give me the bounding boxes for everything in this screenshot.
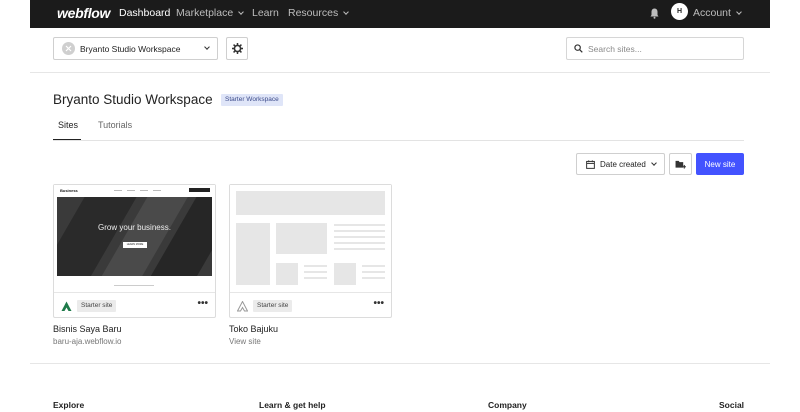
nav-resources-label: Resources xyxy=(288,7,339,19)
site-preview-placeholder[interactable] xyxy=(230,185,391,293)
preview-brand: Business xyxy=(60,188,78,193)
footer-company: Company xyxy=(488,400,527,410)
workspace-selector-label: Bryanto Studio Workspace xyxy=(80,43,181,54)
site-card-footer: Starter site ••• xyxy=(54,294,215,318)
workspace-glyph-icon xyxy=(65,45,72,52)
workspace-plan-badge: Starter Workspace xyxy=(221,94,283,106)
preview-hero: Grow your business. LEARN MORE xyxy=(57,197,212,276)
top-nav: webflow Dashboard Marketplace Learn Reso… xyxy=(30,0,770,28)
search-icon xyxy=(574,44,583,53)
placeholder-block xyxy=(334,263,356,285)
more-options-icon[interactable]: ••• xyxy=(197,298,208,309)
page-title: Bryanto Studio Workspace xyxy=(53,92,213,107)
webflow-logo[interactable]: webflow xyxy=(57,5,110,21)
nav-marketplace[interactable]: Marketplace xyxy=(176,7,245,19)
site-type-badge: Starter site xyxy=(253,300,293,312)
footer-explore: Explore xyxy=(53,400,85,410)
footer-divider xyxy=(30,363,770,364)
workspace-selector[interactable]: Bryanto Studio Workspace xyxy=(53,37,218,60)
view-site-link[interactable]: View site xyxy=(229,337,261,346)
search-input[interactable] xyxy=(588,43,738,54)
placeholder-line xyxy=(334,230,385,232)
placeholder-block xyxy=(276,263,298,285)
chevron-down-icon xyxy=(343,9,350,15)
placeholder-line xyxy=(334,242,385,244)
header-divider xyxy=(30,72,770,73)
preview-headline: Grow your business. xyxy=(98,223,171,232)
site-card-toko-bajuku[interactable]: Starter site ••• xyxy=(229,184,392,318)
placeholder-line xyxy=(334,224,385,226)
nav-dashboard[interactable]: Dashboard xyxy=(119,7,170,19)
tab-sites[interactable]: Sites xyxy=(58,120,78,130)
active-tab-indicator xyxy=(53,139,81,140)
placeholder-line xyxy=(362,277,385,279)
preview-nav-link xyxy=(127,190,135,191)
app: webflow Dashboard Marketplace Learn Reso… xyxy=(30,0,770,412)
preview-nav-button xyxy=(189,188,210,192)
chevron-down-icon xyxy=(736,9,742,15)
footer-learn-help: Learn & get help xyxy=(259,400,326,410)
placeholder-line xyxy=(304,271,327,273)
sort-label: Date created xyxy=(600,159,646,169)
placeholder-line xyxy=(304,277,327,279)
new-folder-button[interactable] xyxy=(669,153,692,175)
chevron-down-icon xyxy=(204,44,210,50)
account-label: Account xyxy=(693,7,731,19)
placeholder-line xyxy=(304,265,327,267)
site-name[interactable]: Bisnis Saya Baru xyxy=(53,324,122,334)
placeholder-block xyxy=(276,223,327,254)
tabs-divider xyxy=(53,140,744,141)
workspace-settings-button[interactable] xyxy=(226,37,248,60)
site-preview[interactable]: Business Grow your business. LEARN MORE xyxy=(54,185,215,293)
footer-social: Social xyxy=(719,400,745,410)
folder-add-icon xyxy=(675,160,686,169)
site-logo-placeholder-icon xyxy=(237,301,248,312)
placeholder-line xyxy=(334,236,385,238)
preview-nav-link xyxy=(114,190,122,191)
preview-nav-link xyxy=(153,190,161,191)
site-card-footer: Starter site ••• xyxy=(230,294,391,318)
nav-learn[interactable]: Learn xyxy=(252,7,279,19)
calendar-icon xyxy=(586,159,595,169)
new-site-button[interactable]: New site xyxy=(696,153,744,175)
tab-tutorials[interactable]: Tutorials xyxy=(98,120,132,130)
placeholder-block xyxy=(236,223,270,285)
chevron-down-icon xyxy=(238,9,245,15)
search-box xyxy=(566,37,744,60)
site-logo-icon xyxy=(61,301,72,311)
site-name[interactable]: Toko Bajuku xyxy=(229,324,278,334)
placeholder-line xyxy=(362,265,385,267)
placeholder-block xyxy=(236,191,385,215)
site-card-bisnis-saya-baru[interactable]: Business Grow your business. LEARN MORE … xyxy=(53,184,216,318)
nav-marketplace-label: Marketplace xyxy=(176,7,234,19)
workspace-icon xyxy=(62,42,75,55)
chevron-down-icon xyxy=(651,160,657,166)
preview-nav-link xyxy=(140,190,148,191)
avatar[interactable]: H xyxy=(671,3,688,20)
gear-icon xyxy=(231,43,243,54)
preview-cta: LEARN MORE xyxy=(123,242,147,248)
site-url[interactable]: baru-aja.webflow.io xyxy=(53,337,121,346)
placeholder-line xyxy=(362,271,385,273)
sort-dropdown[interactable]: Date created xyxy=(576,153,665,175)
placeholder-line xyxy=(334,248,385,250)
preview-footer-line xyxy=(114,285,154,286)
account-menu[interactable]: Account xyxy=(693,7,742,19)
nav-resources[interactable]: Resources xyxy=(288,7,350,19)
site-type-badge: Starter site xyxy=(77,300,117,312)
bell-icon[interactable] xyxy=(650,8,659,19)
more-options-icon[interactable]: ••• xyxy=(373,298,384,309)
